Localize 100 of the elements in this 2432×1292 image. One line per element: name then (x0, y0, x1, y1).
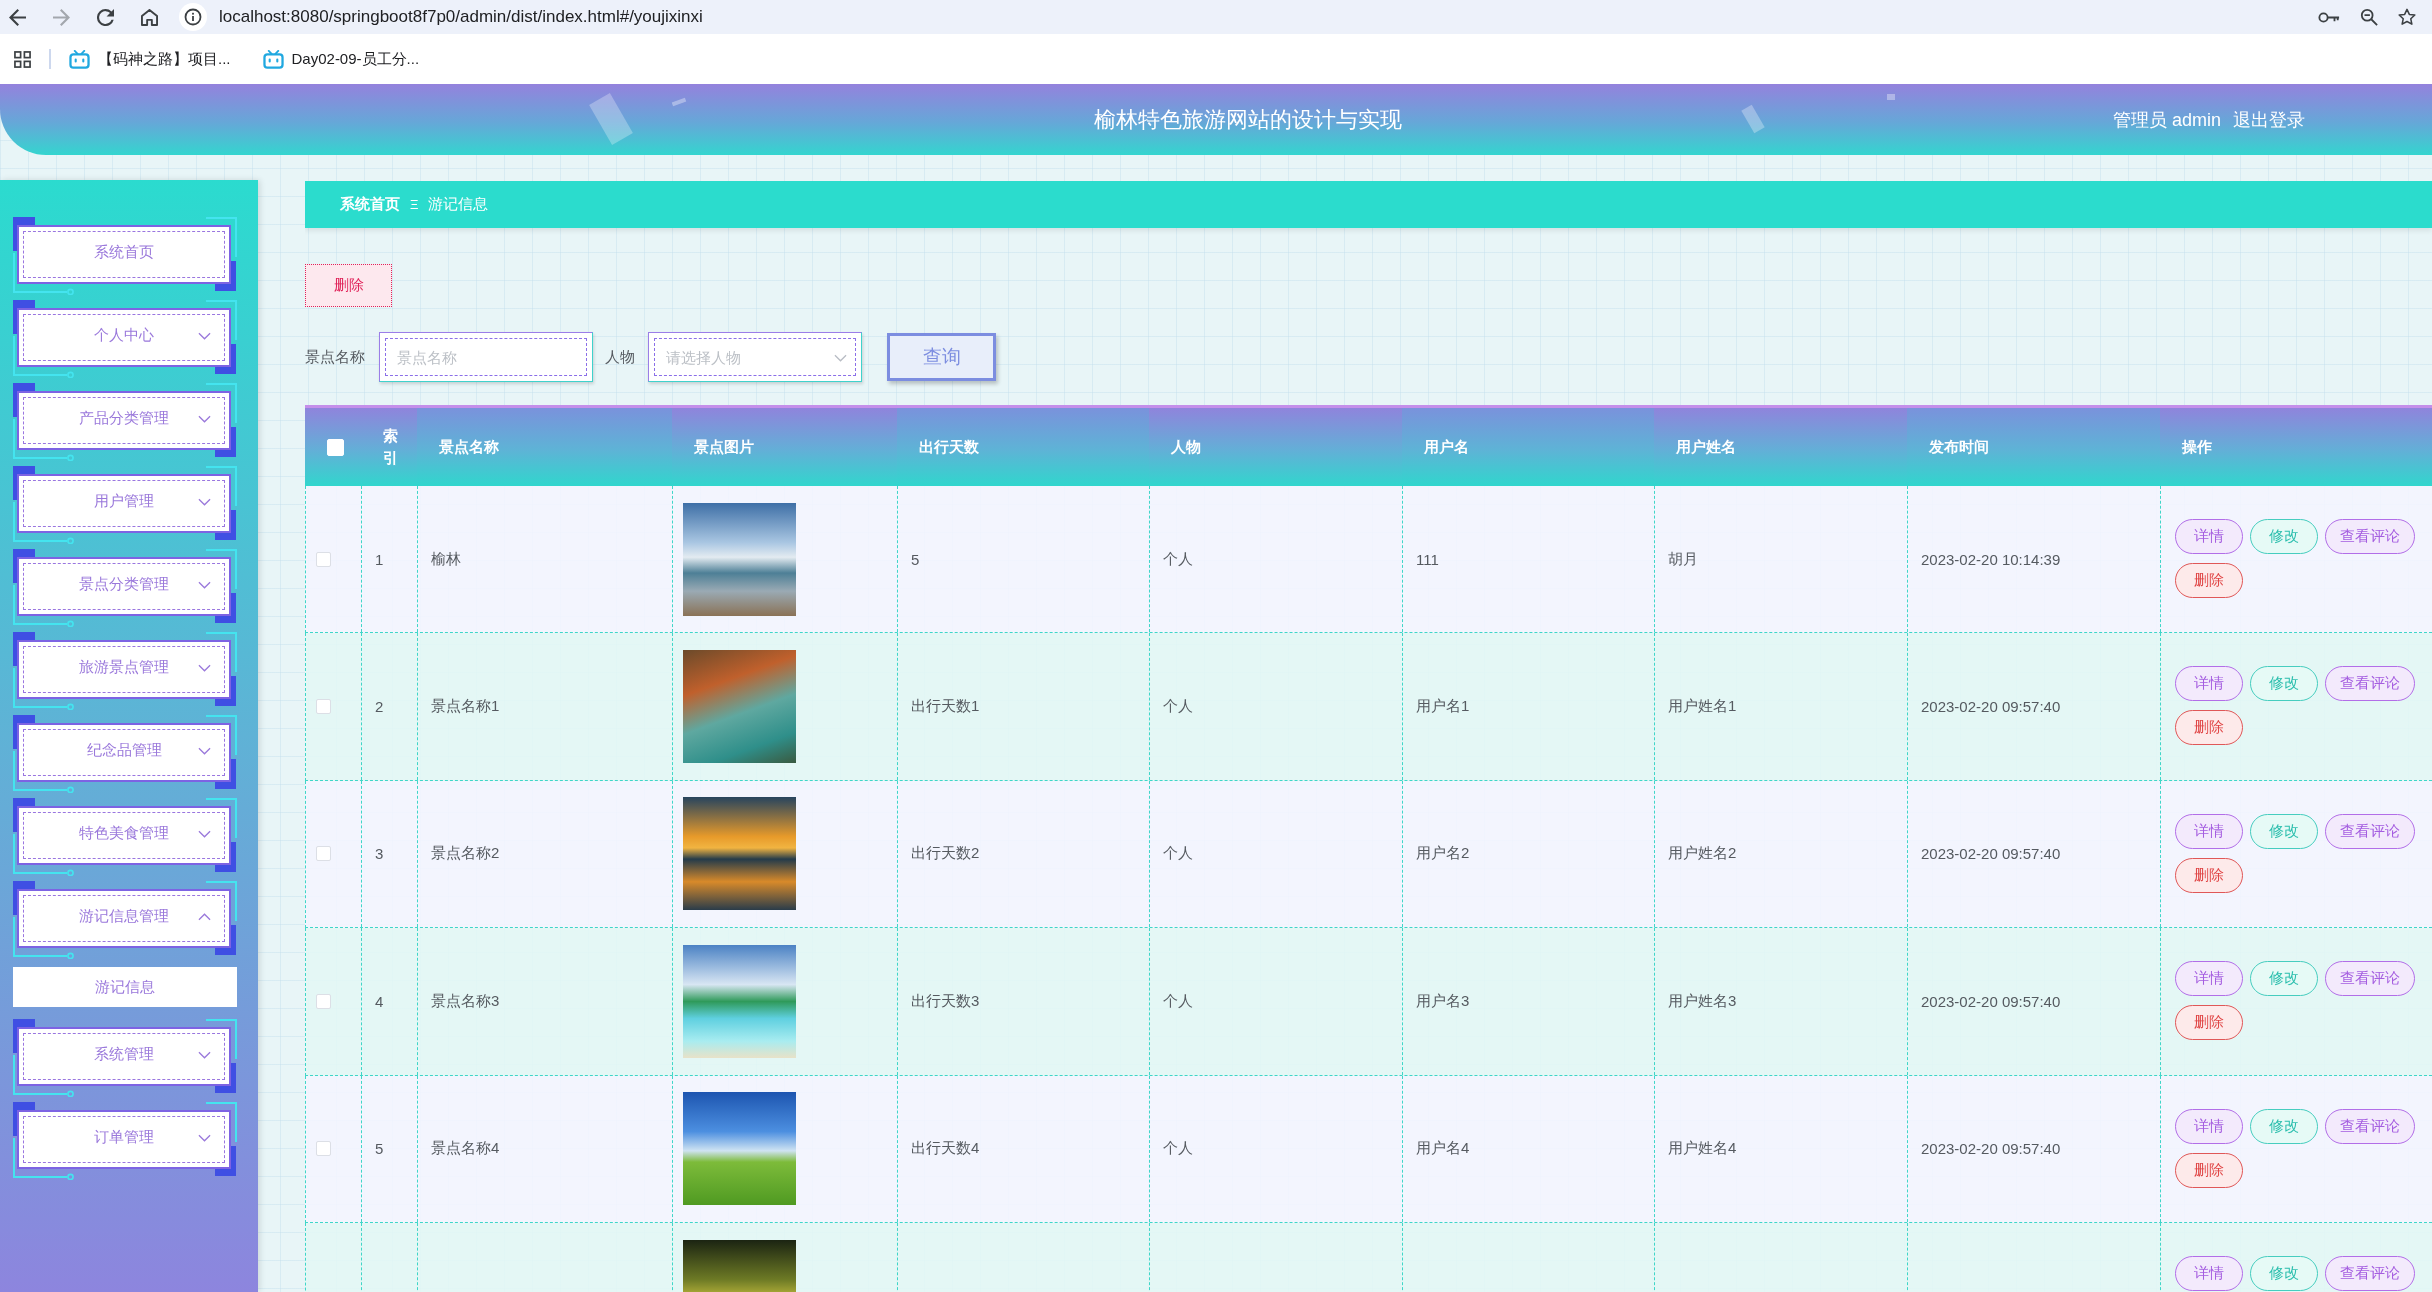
bookmark-link[interactable]: 【码神之路】项目... (69, 49, 231, 69)
table-cell: 景点名称4 (418, 1075, 673, 1222)
view-comments-button[interactable]: 查看评论 (2325, 519, 2415, 554)
table-cell: 3 (362, 780, 418, 928)
table-cell: 2023-02-20 09:57:40 (1908, 780, 2161, 928)
table-cell: 111 (1403, 486, 1655, 633)
table-cell: 个人 (1150, 633, 1403, 780)
sidebar-item[interactable]: 系统首页 (17, 225, 231, 284)
table-cell: 个人 (1150, 1075, 1403, 1222)
delete-button[interactable]: 删除 (305, 264, 392, 307)
bookmark-link[interactable]: Day02-09-员工分... (262, 49, 420, 69)
details-button[interactable]: 详情 (2175, 813, 2243, 849)
details-button[interactable]: 详情 (2175, 1108, 2243, 1144)
site-title: 榆林特色旅游网站的设计与实现 (1094, 105, 1402, 134)
tv-icon (69, 49, 90, 69)
details-button[interactable]: 详情 (2175, 666, 2243, 702)
delete-button[interactable]: 删除 (2175, 710, 2243, 746)
row-checkbox[interactable] (316, 846, 331, 862)
table-cell: 出行天数1 (898, 633, 1150, 780)
field-label: 景点名称 (305, 347, 365, 367)
field-label: 人物 (605, 347, 635, 367)
sidebar-item[interactable]: 系统管理 (17, 1027, 231, 1086)
column-header: 索引 (383, 425, 399, 468)
table-cell: 出行天数4 (898, 1075, 1150, 1222)
table-cell: 2 (362, 633, 418, 780)
star-icon[interactable] (2398, 8, 2416, 26)
row-checkbox[interactable] (316, 551, 331, 567)
sidebar-item[interactable]: 用户管理 (17, 474, 231, 533)
sidebar-item[interactable]: 订单管理 (17, 1110, 231, 1169)
table-cell: 2023-02-20 10:14:39 (1908, 486, 2161, 633)
view-comments-button[interactable]: 查看评论 (2325, 1255, 2415, 1291)
column-header: 操作 (2182, 436, 2212, 457)
table-cell: 4 (362, 928, 418, 1075)
table-cell: 用户姓名4 (1655, 1075, 1908, 1222)
edit-button[interactable]: 修改 (2250, 813, 2318, 849)
row-checkbox[interactable] (316, 699, 331, 715)
apps-grid-icon[interactable] (14, 50, 31, 68)
back-arrow-icon[interactable] (9, 8, 26, 26)
edit-button[interactable]: 修改 (2250, 1108, 2318, 1144)
tv-icon (262, 49, 284, 69)
row-checkbox[interactable] (316, 993, 331, 1009)
zoom-out-icon[interactable] (2360, 8, 2378, 26)
view-comments-button[interactable]: 查看评论 (2325, 961, 2415, 997)
url-text[interactable]: localhost:8080/springboot8f7p0/admin/dist/index.html#/youjixinxi (219, 7, 703, 27)
details-button[interactable]: 详情 (2175, 961, 2243, 997)
sidebar-item[interactable]: 产品分类管理 (17, 391, 231, 450)
home-icon[interactable] (141, 8, 158, 26)
sidebar-item[interactable]: 游记信息管理 (17, 889, 231, 948)
column-header: 出行天数 (919, 436, 979, 457)
delete-button[interactable]: 删除 (2175, 563, 2243, 598)
table-cell: 个人 (1150, 928, 1403, 1075)
delete-button[interactable]: 删除 (2175, 857, 2243, 893)
sidebar-item[interactable]: 个人中心 (17, 308, 231, 367)
sidebar-item[interactable]: 旅游景点管理 (17, 640, 231, 699)
table-cell: 用户名1 (1403, 633, 1655, 780)
view-comments-button[interactable]: 查看评论 (2325, 666, 2415, 702)
table-cell: 5 (898, 486, 1150, 633)
details-button[interactable]: 详情 (2175, 1255, 2243, 1291)
sidebar-item[interactable]: 景点分类管理 (17, 557, 231, 616)
select-field[interactable]: 请选择人物 (648, 332, 862, 382)
sidebar-item[interactable]: 特色美食管理 (17, 806, 231, 865)
column-header: 人物 (1171, 436, 1201, 457)
view-comments-button[interactable]: 查看评论 (2325, 813, 2415, 849)
table-cell: 个人 (1150, 780, 1403, 928)
column-header: 景点名称 (439, 436, 499, 457)
row-checkbox[interactable] (316, 1141, 331, 1157)
confetti-icon (1887, 94, 1895, 100)
select-all-checkbox[interactable] (327, 438, 344, 456)
delete-button[interactable]: 删除 (2175, 1005, 2243, 1041)
edit-button[interactable]: 修改 (2250, 666, 2318, 702)
table-cell: 用户名2 (1403, 780, 1655, 928)
sidebar-subitem[interactable]: 游记信息 (13, 967, 237, 1007)
edit-button[interactable]: 修改 (2250, 519, 2318, 554)
table-cell: 用户姓名2 (1655, 780, 1908, 928)
search-field[interactable]: 景点名称 (379, 332, 593, 382)
table-cell: 出行天数2 (898, 780, 1150, 928)
details-button[interactable]: 详情 (2175, 519, 2243, 554)
column-header: 用户名 (1424, 436, 1469, 457)
table-cell: 个人 (1150, 486, 1403, 633)
confetti-icon (586, 90, 636, 148)
breadcrumb-separator: Ξ (410, 197, 419, 212)
table-cell: 榆林 (418, 486, 673, 633)
table-cell: 景点名称3 (418, 928, 673, 1075)
table-cell: 用户名3 (1403, 928, 1655, 1075)
edit-button[interactable]: 修改 (2250, 961, 2318, 997)
search-button[interactable]: 查询 (887, 333, 996, 381)
user-label: 管理员 admin (2112, 108, 2221, 132)
table-cell: 出行天数3 (898, 928, 1150, 1075)
info-icon[interactable] (179, 3, 207, 31)
table-cell: 用户姓名3 (1655, 928, 1908, 1075)
column-header: 景点图片 (694, 436, 754, 457)
delete-button[interactable]: 删除 (2175, 1152, 2243, 1188)
column-header: 发布时间 (1929, 436, 1989, 457)
edit-button[interactable]: 修改 (2250, 1255, 2318, 1291)
view-comments-button[interactable]: 查看评论 (2325, 1108, 2415, 1144)
sidebar-item[interactable]: 纪念品管理 (17, 723, 231, 782)
reload-icon[interactable] (97, 8, 114, 26)
key-icon[interactable] (2318, 10, 2340, 24)
logout-link[interactable]: 退出登录 (2233, 107, 2305, 132)
table-cell: 2023-02-20 09:57:40 (1908, 633, 2161, 780)
